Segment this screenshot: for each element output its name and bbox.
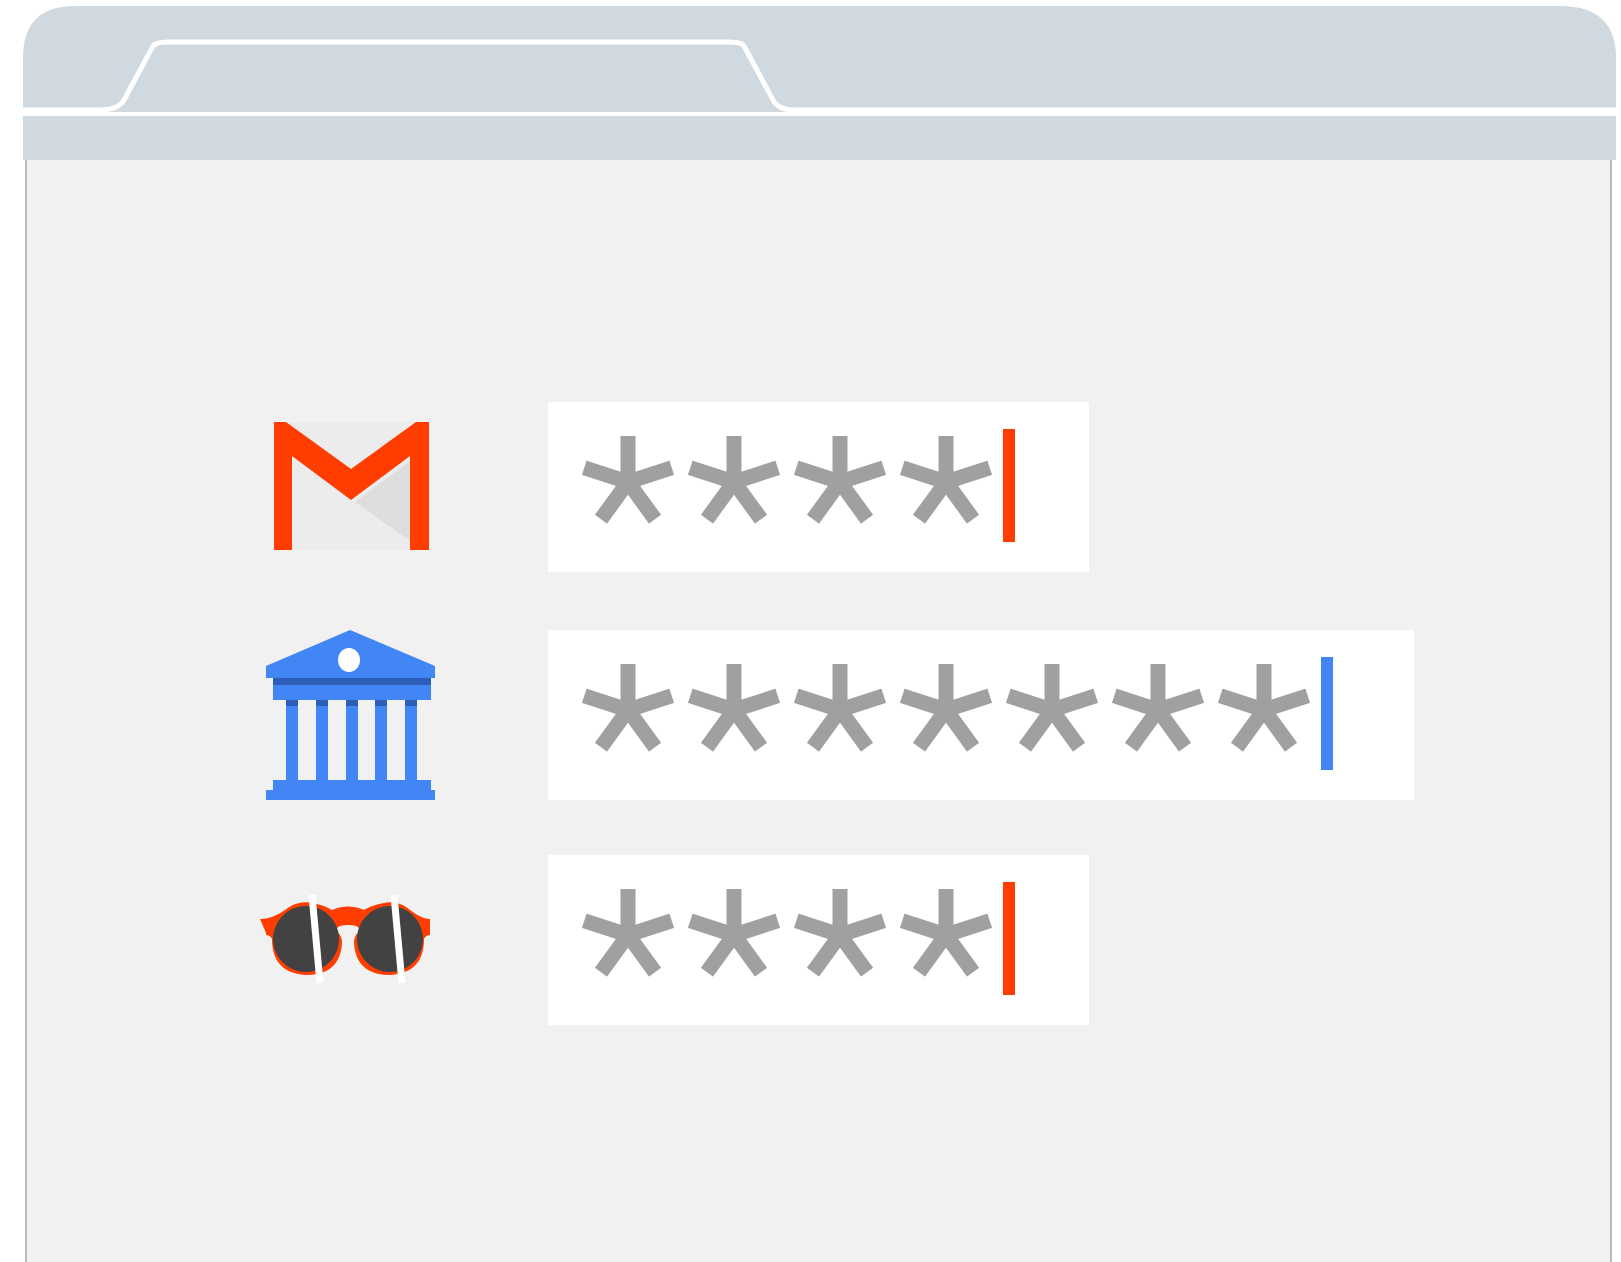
bank-icon bbox=[260, 630, 438, 800]
password-row-sunglasses bbox=[260, 855, 1090, 1025]
masked-character bbox=[899, 889, 993, 977]
masked-character bbox=[581, 664, 675, 752]
masked-character bbox=[1005, 664, 1099, 752]
masked-character bbox=[1217, 664, 1311, 752]
text-cursor bbox=[1003, 429, 1015, 542]
browser-toolbar bbox=[23, 6, 1616, 160]
text-cursor bbox=[1321, 657, 1333, 770]
masked-character bbox=[687, 664, 781, 752]
masked-character bbox=[793, 889, 887, 977]
masked-character bbox=[899, 436, 993, 524]
masked-character bbox=[581, 889, 675, 977]
masked-character bbox=[793, 664, 887, 752]
masked-character bbox=[793, 436, 887, 524]
gmail-password-field[interactable] bbox=[548, 402, 1089, 572]
text-cursor bbox=[1003, 882, 1015, 995]
sunglasses-icon bbox=[260, 855, 435, 1025]
masked-character bbox=[687, 436, 781, 524]
masked-character bbox=[581, 436, 675, 524]
gmail-icon bbox=[260, 402, 435, 572]
masked-character bbox=[1111, 664, 1205, 752]
sunglasses-password-field[interactable] bbox=[548, 855, 1089, 1025]
masked-character bbox=[899, 664, 993, 752]
masked-character bbox=[687, 889, 781, 977]
bank-password-field[interactable] bbox=[548, 630, 1414, 800]
password-row-bank bbox=[260, 630, 1415, 800]
password-row-gmail bbox=[260, 402, 1090, 572]
